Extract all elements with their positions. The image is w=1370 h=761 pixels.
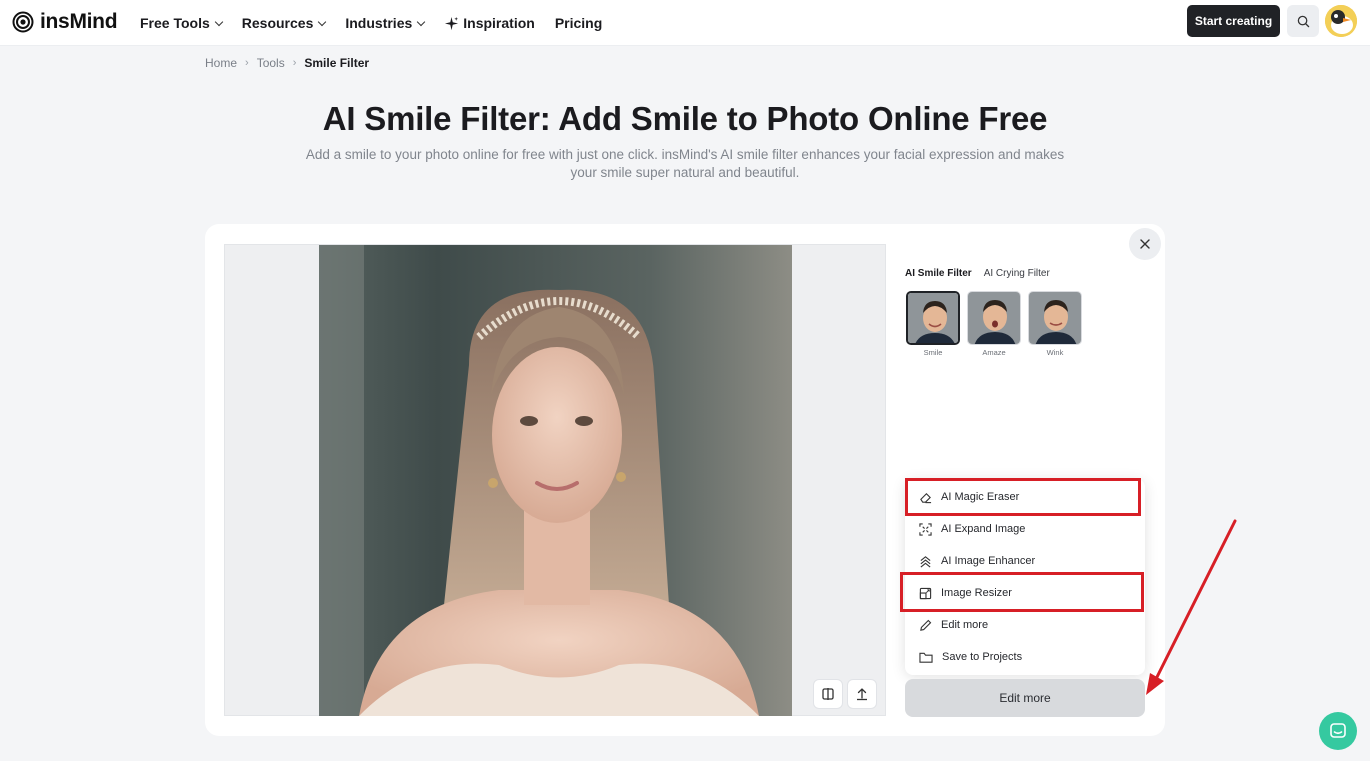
menu-item-label: Save to Projects — [942, 651, 1023, 663]
breadcrumb-tools[interactable]: Tools — [257, 56, 285, 70]
edit-more-button[interactable]: Edit more — [905, 679, 1145, 717]
search-button[interactable] — [1287, 5, 1319, 37]
logo-text: insMind — [40, 10, 118, 33]
preset-thumbnail — [1028, 291, 1082, 345]
highlight-box-magic-eraser — [905, 478, 1141, 516]
chevron-down-icon — [318, 17, 327, 26]
preset-label: Amaze — [982, 348, 1006, 357]
preset-thumbnail — [967, 291, 1021, 345]
breadcrumb-separator: › — [292, 57, 297, 69]
sparkle-icon — [445, 16, 459, 30]
duck-avatar-icon — [1325, 5, 1357, 37]
tab-ai-smile-filter[interactable]: AI Smile Filter — [905, 268, 972, 279]
menu-item-label: AI Expand Image — [941, 523, 1026, 535]
breadcrumb-separator: › — [245, 57, 249, 69]
close-icon — [1140, 239, 1150, 249]
annotation-arrow — [1146, 519, 1237, 695]
nav-label: Industries — [345, 15, 413, 31]
chat-button[interactable] — [1319, 712, 1357, 750]
preset-smile[interactable]: Smile — [906, 291, 960, 357]
boy-face-icon — [908, 293, 958, 343]
nav-industries[interactable]: Industries — [345, 15, 426, 31]
compare-icon — [822, 688, 834, 700]
upload-icon — [857, 688, 867, 701]
pencil-icon — [920, 619, 932, 631]
nav-free-tools[interactable]: Free Tools — [140, 15, 224, 31]
folder-icon — [919, 652, 933, 663]
nav-inspiration[interactable]: Inspiration — [444, 15, 535, 31]
chevron-down-icon — [417, 17, 426, 26]
menu-item-edit-more[interactable]: Edit more — [905, 609, 1145, 641]
image-canvas[interactable] — [224, 244, 886, 716]
menu-item-label: AI Image Enhancer — [941, 555, 1036, 567]
compare-button[interactable] — [813, 679, 843, 709]
breadcrumb-current: Smile Filter — [304, 56, 370, 70]
upload-button[interactable] — [847, 679, 877, 709]
expand-icon — [919, 522, 932, 536]
search-icon — [1297, 15, 1309, 27]
chat-icon — [1330, 723, 1346, 738]
tab-ai-crying-filter[interactable]: AI Crying Filter — [984, 268, 1050, 279]
menu-item-ai-expand-image[interactable]: AI Expand Image — [905, 513, 1145, 545]
nav-label: Free Tools — [140, 15, 210, 31]
nav-label: Resources — [241, 15, 314, 31]
filter-tabs: AI Smile Filter AI Crying Filter — [905, 268, 1050, 279]
nav-resources[interactable]: Resources — [241, 15, 327, 31]
preset-label: Wink — [1046, 348, 1064, 357]
portrait-image — [319, 245, 792, 716]
page-title: AI Smile Filter: Add Smile to Photo Onli… — [322, 100, 1048, 137]
menu-item-save-to-projects[interactable]: Save to Projects — [905, 641, 1145, 673]
top-navbar: insMind Free Tools Resources Industries … — [0, 0, 1370, 46]
highlight-box-image-resizer — [900, 572, 1144, 612]
breadcrumb: Home › Tools › Smile Filter — [205, 56, 369, 70]
preset-label: Smile — [923, 348, 943, 357]
portrait-photo — [319, 245, 792, 716]
main-nav: Free Tools Resources Industries Inspirat… — [140, 0, 602, 46]
expression-presets: Smile Amaze Wink — [906, 291, 1082, 357]
start-creating-button[interactable]: Start creating — [1187, 5, 1280, 37]
menu-item-label: Edit more — [941, 619, 989, 631]
chevron-down-icon — [214, 17, 224, 26]
preset-wink[interactable]: Wink — [1028, 291, 1082, 357]
logo[interactable]: insMind — [12, 9, 118, 35]
preset-thumbnail — [906, 291, 960, 345]
breadcrumb-home[interactable]: Home — [205, 56, 237, 70]
boy-face-icon — [968, 292, 1020, 344]
close-button[interactable] — [1129, 228, 1161, 260]
enhancer-icon — [920, 555, 931, 568]
page-subtitle: Add a smile to your photo online for fre… — [305, 147, 1065, 180]
nav-pricing[interactable]: Pricing — [555, 15, 602, 31]
user-avatar[interactable] — [1325, 5, 1357, 37]
logo-icon — [12, 11, 34, 33]
boy-face-icon — [1029, 292, 1081, 344]
nav-label: Pricing — [554, 15, 603, 31]
nav-label: Inspiration — [463, 15, 535, 31]
preset-amaze[interactable]: Amaze — [967, 291, 1021, 357]
